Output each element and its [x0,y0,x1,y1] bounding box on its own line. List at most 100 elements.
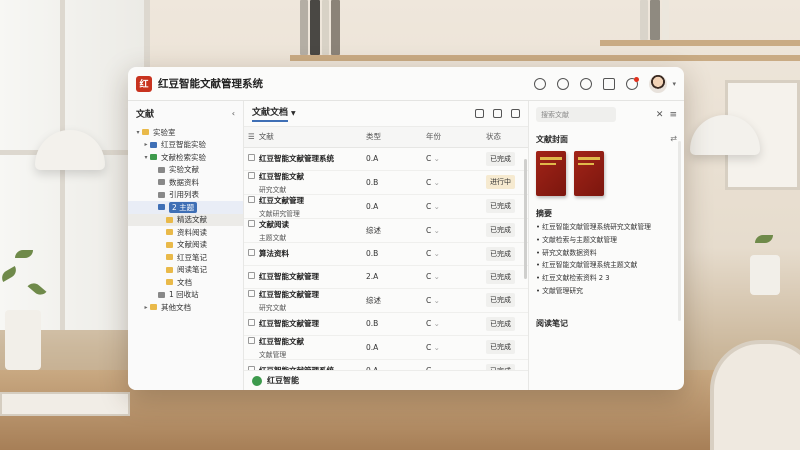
table-row[interactable]: 文献阅读 主题文献 综述 C ⌄ 已完成 [244,218,528,243]
type-cell: 0.A [362,194,422,219]
summary-line: • 文献管理研究 [536,287,583,296]
status-badge: 进行中 [486,175,515,189]
sidebar-item[interactable]: 1 回收站 [128,289,243,302]
status-cell: 已完成 [482,265,528,289]
expand-toggle-icon[interactable]: ▾ [134,129,142,136]
document-list-title[interactable]: 文献文档 [252,105,289,122]
sidebar-item[interactable]: 资料阅读 [128,226,243,239]
import-icon[interactable] [475,109,484,118]
sidebar-item[interactable]: 2 主题 [128,201,243,214]
sidebar-item[interactable]: ▾ 实验室 [128,126,243,139]
summary-line: • 红豆文献检索资料 2 3 [536,274,610,283]
more-icon[interactable] [511,109,520,118]
document-title: 红豆智能文献 [259,336,304,346]
help-icon[interactable] [580,77,593,90]
year-cell: C ⌄ [422,335,482,360]
avatar[interactable] [649,74,668,93]
sidebar-item[interactable]: ▸ 红豆智能实验 [128,139,243,152]
share-icon[interactable] [603,77,616,90]
app-title: 红豆智能文献管理系统 [158,78,263,90]
row-checkbox[interactable] [248,249,255,256]
bell-icon[interactable] [626,76,640,90]
expand-toggle-icon[interactable]: ▾ [142,154,150,161]
list-scrollbar[interactable] [524,159,527,279]
upload-icon[interactable] [493,109,502,118]
sidebar-item-label: 文献检索实验 [161,152,206,162]
title-cell: 红豆智能文献 文献管理 [244,335,362,360]
chevron-down-icon[interactable]: ▾ [672,80,676,88]
background-plant-pot [750,255,780,295]
table-row[interactable]: 红豆文献管理 文献研究管理 0.A C ⌄ 已完成 [244,194,528,219]
chevron-left-icon[interactable]: ‹ [232,109,235,118]
expand-toggle-icon[interactable]: ▸ [142,141,150,148]
row-checkbox[interactable] [248,319,255,326]
chevron-down-icon[interactable]: ▼ [291,110,296,117]
status-badge: 已完成 [486,293,515,307]
year-cell: C ⌄ [422,218,482,243]
book-cover[interactable] [574,151,604,196]
sidebar-item[interactable]: 阅读笔记 [128,264,243,277]
document-title: 红豆智能文献 [259,171,304,181]
expand-icon[interactable]: ⇄ [670,134,677,145]
status-cell: 进行中 [482,170,528,195]
document-table: ☰ 文献 类型 年份 状态 红豆智能文献管理系统 0.A C ⌄ 已完成 红豆智能文献 研究… [244,127,528,383]
sidebar-item[interactable]: 精选文献 [128,213,243,226]
table-row[interactable]: 红豆智能文献 文献管理 0.A C ⌄ 已完成 [244,335,528,360]
column-header-status[interactable]: 状态 [482,127,528,148]
footer-label: 红豆智能 [267,376,299,385]
settings-icon[interactable] [557,77,570,90]
folder-icon [166,266,173,273]
document-list-header: 文献文档 ▼ [244,101,528,127]
sidebar-item[interactable]: 红豆笔记 [128,251,243,264]
sidebar-item-label: 其他文档 [161,302,191,312]
book-cover[interactable] [536,151,566,196]
cover-section-title: 文献封面 ⇄ [536,134,677,145]
row-checkbox[interactable] [248,219,255,227]
year-cell: C ⌄ [422,312,482,336]
table-row[interactable]: 红豆智能文献管理 研究文献 综述 C ⌄ 已完成 [244,288,528,313]
background-book [662,0,669,40]
sidebar-item[interactable]: 数据资料 [128,176,243,189]
row-checkbox[interactable] [248,289,255,297]
column-header-type[interactable]: 类型 [362,127,422,148]
background-shelf-upper [600,40,800,46]
sidebar-item[interactable]: ▸ 其他文档 [128,301,243,314]
year-cell: C ⌄ [422,242,482,266]
expand-toggle-icon[interactable]: ▸ [142,304,150,311]
table-row[interactable]: 红豆智能文献 研究文献 0.B C ⌄ 进行中 [244,170,528,195]
sidebar-item[interactable]: ▾ 文献检索实验 [128,151,243,164]
column-header-title[interactable]: ☰ 文献 [244,127,362,148]
menu-icon[interactable]: ≡ [669,110,677,120]
status-badge: 已完成 [486,316,515,331]
sidebar-item[interactable]: 文献阅读 [128,239,243,252]
table-row[interactable]: 红豆智能文献管理系统 0.AC ⌄ 已完成 [244,147,528,171]
status-badge: 已完成 [486,223,515,237]
sidebar-item-label: 红豆智能实验 [161,140,206,150]
row-checkbox[interactable] [248,154,255,161]
row-checkbox[interactable] [248,272,255,279]
background-leaf [755,235,773,243]
column-header-year[interactable]: 年份 [422,127,482,148]
row-checkbox[interactable] [248,336,255,344]
year-cell: C ⌄ [422,265,482,289]
row-checkbox[interactable] [248,195,255,203]
document-title: 文献阅读 [259,219,289,229]
sidebar-item-label: 引用列表 [169,190,199,200]
detail-scrollbar[interactable] [678,141,681,321]
users-icon[interactable] [534,77,547,90]
sidebar-item[interactable]: 实验文献 [128,164,243,177]
row-checkbox[interactable] [248,171,255,179]
title-cell: 红豆智能文献管理 [244,265,362,289]
sidebar-item[interactable]: 引用列表 [128,189,243,202]
close-icon[interactable]: ✕ [656,110,664,120]
sidebar-item[interactable]: 文档 [128,276,243,289]
search-input[interactable]: 搜索文献 [536,107,616,122]
table-row[interactable]: 红豆智能文献管理 0.B C ⌄ 已完成 [244,312,528,336]
title-cell: 文献阅读 主题文献 [244,218,362,243]
table-row[interactable]: 红豆智能文献管理 2.A C ⌄ 已完成 [244,265,528,289]
sidebar-item-label: 红豆笔记 [177,252,207,262]
folder-icon [166,279,173,286]
folder-icon [150,154,157,161]
table-row[interactable]: 算法资料 0.B C ⌄ 已完成 [244,242,528,266]
document-title: 算法资料 [259,249,289,258]
